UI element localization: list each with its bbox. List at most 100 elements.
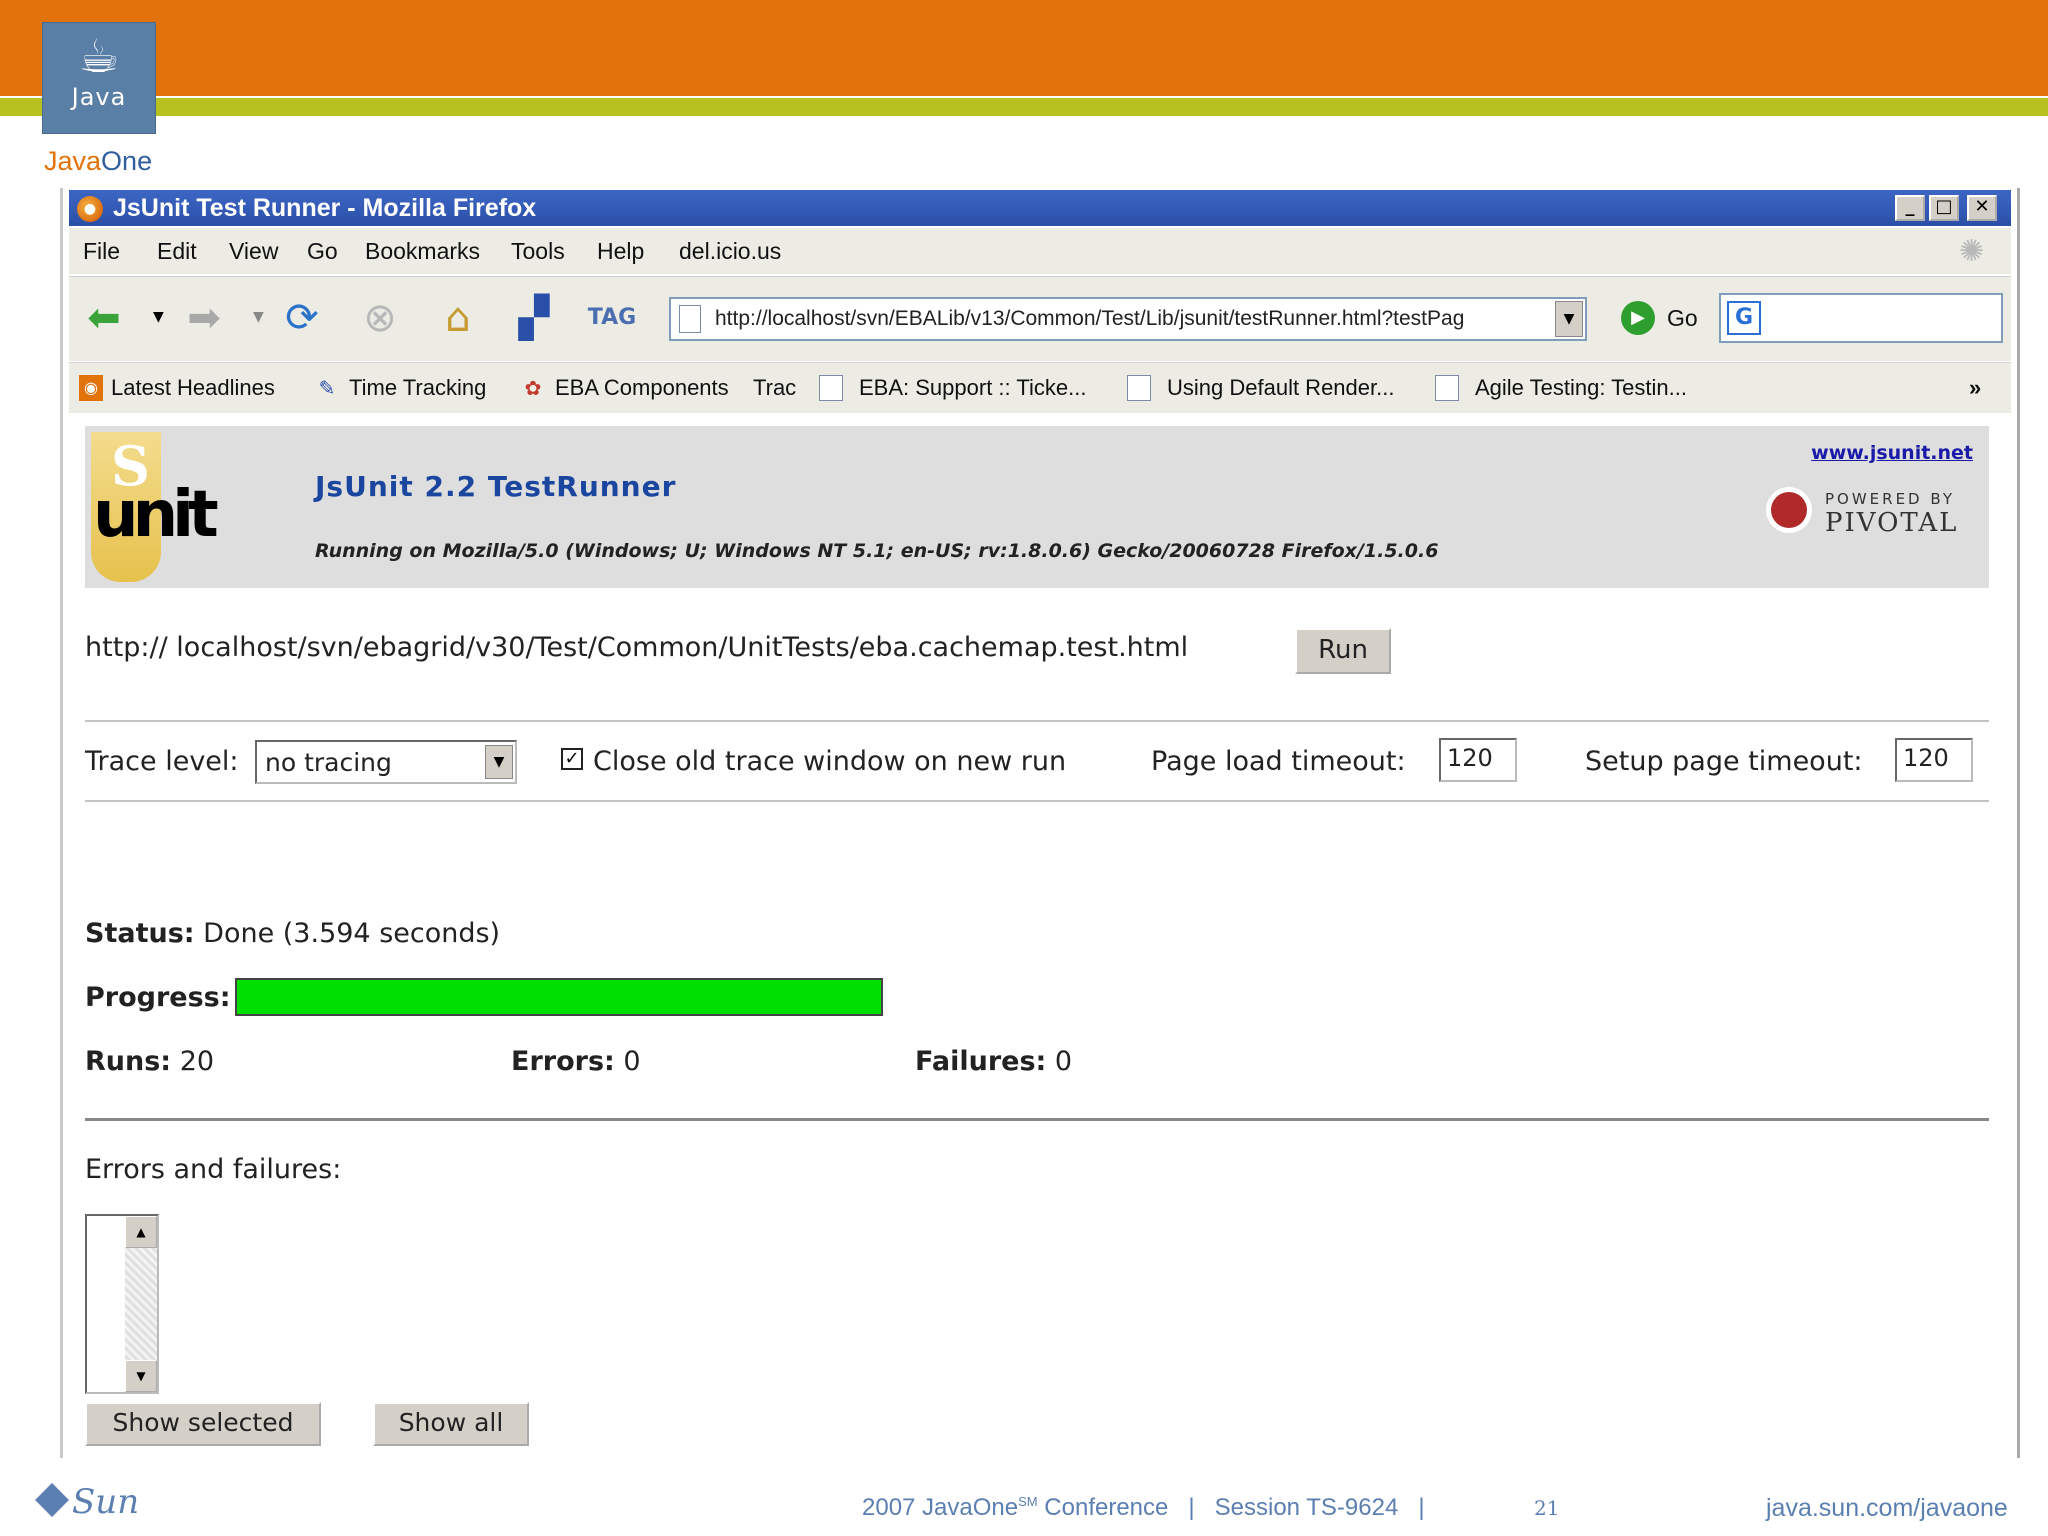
- go-arrow-icon[interactable]: ▶: [1621, 301, 1655, 335]
- menu-view[interactable]: View: [229, 238, 278, 265]
- address-input[interactable]: http://localhost/svn/EBALib/v13/Common/T…: [715, 307, 1535, 331]
- footer-conference-text: 2007 JavaOneSM Conference | Session TS-9…: [862, 1494, 1425, 1522]
- rss-icon: ◉: [79, 375, 103, 401]
- menu-bar: File Edit View Go Bookmarks Tools Help d…: [69, 228, 2011, 274]
- clock-icon: ✎: [318, 376, 336, 400]
- progress-label: Progress:: [85, 982, 231, 1013]
- bookmark-time-tracking[interactable]: Time Tracking: [349, 375, 486, 401]
- run-button[interactable]: Run: [1295, 628, 1391, 674]
- go-button[interactable]: Go: [1667, 305, 1698, 332]
- bookmark-latest-headlines[interactable]: Latest Headlines: [111, 375, 275, 401]
- tag-icon[interactable]: TAG: [587, 293, 637, 343]
- page-icon: [1435, 375, 1459, 401]
- sun-logo-icon: [35, 1483, 69, 1517]
- bookmark-using-default-render[interactable]: Using Default Render...: [1167, 375, 1394, 401]
- jsunit-header: S unit JsUnit 2.2 TestRunner Running on …: [85, 426, 1989, 588]
- firefox-icon: ●: [77, 196, 103, 222]
- address-dropdown-icon[interactable]: ▼: [1555, 301, 1583, 337]
- slide-header-bar: [0, 0, 2048, 96]
- bookmark-eba-components[interactable]: EBA Components: [555, 375, 729, 401]
- menu-tools[interactable]: Tools: [511, 238, 565, 265]
- bookmarks-overflow-chevron-icon[interactable]: »: [1969, 375, 1981, 401]
- errors-value: 0: [614, 1046, 641, 1077]
- setup-timeout-input[interactable]: 120: [1895, 738, 1973, 782]
- errors-and-failures-label: Errors and failures:: [85, 1154, 342, 1185]
- footer-site-url: java.sun.com/javaone: [1766, 1494, 2008, 1522]
- jsunit-site-link[interactable]: www.jsunit.net: [1811, 442, 1973, 464]
- menu-bookmarks[interactable]: Bookmarks: [365, 238, 480, 265]
- runs-count: Runs: 20: [85, 1046, 214, 1077]
- failures-value: 0: [1046, 1046, 1073, 1077]
- gear-icon: ✿: [524, 376, 542, 400]
- trace-level-value: no tracing: [265, 748, 392, 777]
- powered-by-text: POWERED BY: [1825, 490, 1956, 508]
- minimize-button[interactable]: _: [1895, 195, 1925, 221]
- java-logo-text: Java: [71, 83, 127, 111]
- menu-help[interactable]: Help: [597, 238, 644, 265]
- pivotal-logo-icon: [1771, 492, 1807, 528]
- close-button[interactable]: ✕: [1967, 195, 1997, 221]
- runs-value: 20: [171, 1046, 215, 1077]
- java-cup-icon: ☕: [78, 29, 120, 83]
- page-icon: [679, 305, 701, 333]
- footer-sm-mark: SM: [1018, 1494, 1038, 1509]
- reload-icon[interactable]: ⟳: [277, 293, 327, 343]
- stop-icon[interactable]: ⊗: [355, 293, 405, 343]
- jsunit-title: JsUnit 2.2 TestRunner: [315, 470, 677, 503]
- menu-edit[interactable]: Edit: [157, 238, 197, 265]
- firefox-window: ● JsUnit Test Runner - Mozilla Firefox _…: [60, 188, 2020, 1458]
- trace-level-select[interactable]: no tracing ▼: [255, 740, 517, 784]
- sun-wordmark: Sun: [72, 1482, 140, 1522]
- scroll-down-icon[interactable]: ▼: [125, 1360, 157, 1392]
- scroll-up-icon[interactable]: ▲: [125, 1216, 157, 1248]
- close-trace-label: Close old trace window on new run: [593, 746, 1067, 777]
- show-selected-button[interactable]: Show selected: [85, 1402, 321, 1446]
- bookmark-trac[interactable]: Trac: [753, 375, 796, 401]
- errors-and-failures-list[interactable]: ▲ ▼: [85, 1214, 159, 1394]
- page-icon: [819, 375, 843, 401]
- slide-header-accent-line: [0, 98, 2048, 116]
- show-all-button[interactable]: Show all: [373, 1402, 529, 1446]
- status-value: Done (3.594 seconds): [194, 918, 501, 949]
- progress-bar-fill: [237, 980, 881, 1014]
- maximize-button[interactable]: □: [1929, 195, 1959, 221]
- menu-go[interactable]: Go: [307, 238, 338, 265]
- footer-separator: |: [1418, 1494, 1425, 1521]
- setup-timeout-label: Setup page timeout:: [1585, 746, 1863, 777]
- menu-delicious[interactable]: del.icio.us: [679, 238, 781, 265]
- divider: [85, 1118, 1989, 1121]
- runs-label: Runs:: [85, 1046, 172, 1077]
- failures-count: Failures: 0: [915, 1046, 1072, 1077]
- javaone-one-part: One: [101, 146, 153, 176]
- search-input[interactable]: G: [1719, 293, 2003, 343]
- progress-bar: [235, 978, 883, 1016]
- forward-arrow-icon[interactable]: ➡: [179, 293, 229, 343]
- address-bar[interactable]: http://localhost/svn/EBALib/v13/Common/T…: [669, 297, 1587, 341]
- window-titlebar[interactable]: ● JsUnit Test Runner - Mozilla Firefox _…: [69, 190, 2011, 226]
- divider: [85, 720, 1989, 722]
- forward-dropdown-icon[interactable]: ▼: [253, 309, 264, 325]
- list-scrollbar[interactable]: ▲ ▼: [125, 1216, 157, 1392]
- footer-session: Session TS-9624: [1214, 1494, 1399, 1521]
- errors-count: Errors: 0: [511, 1046, 641, 1077]
- close-trace-checkbox[interactable]: ✓: [561, 748, 583, 770]
- window-grid-icon[interactable]: ▞: [509, 293, 559, 343]
- user-agent-text: Running on Mozilla/5.0 (Windows; U; Wind…: [315, 540, 1439, 562]
- divider: [85, 800, 1989, 802]
- bookmarks-toolbar: ◉ Latest Headlines ✎ Time Tracking ✿ EBA…: [69, 362, 2011, 413]
- test-page-url-field[interactable]: http:// localhost/svn/ebagrid/v30/Test/C…: [85, 632, 1188, 663]
- back-dropdown-icon[interactable]: ▼: [153, 309, 164, 325]
- chevron-down-icon[interactable]: ▼: [485, 745, 513, 779]
- bookmark-agile-testing[interactable]: Agile Testing: Testin...: [1475, 375, 1687, 401]
- google-search-icon[interactable]: G: [1727, 301, 1761, 335]
- footer-conference-rest: Conference: [1037, 1494, 1169, 1521]
- page-load-timeout-input[interactable]: 120: [1439, 738, 1517, 782]
- bookmark-eba-support[interactable]: EBA: Support :: Ticke...: [859, 375, 1086, 401]
- back-arrow-icon[interactable]: ⬅: [79, 293, 129, 343]
- javaone-java-part: Java: [44, 146, 102, 176]
- trace-level-label: Trace level:: [85, 746, 239, 777]
- failures-label: Failures:: [915, 1046, 1047, 1077]
- menu-file[interactable]: File: [83, 238, 120, 265]
- home-icon[interactable]: ⌂: [433, 293, 483, 343]
- throbber-icon: ✺: [1959, 234, 1985, 269]
